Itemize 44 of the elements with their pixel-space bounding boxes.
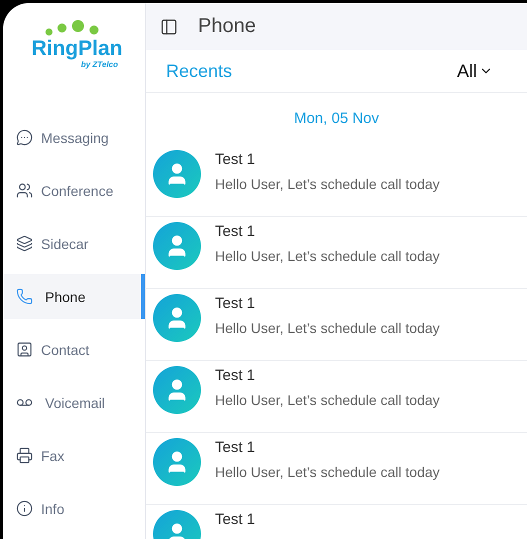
info-icon <box>16 500 33 517</box>
sidebar-item[interactable]: Conference <box>3 168 145 213</box>
sidebar-item[interactable]: Contact <box>3 327 145 372</box>
recent-item[interactable]: Test 1 Hello User, Let’s schedule call today <box>146 145 527 217</box>
avatar-icon <box>153 294 201 342</box>
avatar-icon <box>153 222 201 270</box>
logo-wordmark: RingPlan <box>31 38 122 60</box>
sidebar-item[interactable]: Messaging <box>3 115 145 160</box>
sidebar-item[interactable]: Phone <box>3 274 145 319</box>
contact-name: Test 1 <box>215 223 256 240</box>
recent-item[interactable]: Test 1 Hello User, Let’s schedule call today <box>146 361 527 433</box>
contact-name: Test 1 <box>215 439 256 456</box>
recent-item[interactable]: Test 1 Hello User, Let’s schedule call today <box>146 217 527 289</box>
recent-item[interactable]: Test 1 Hello User, Let’s schedule call today <box>146 433 527 505</box>
contact-name: Test 1 <box>215 511 256 528</box>
filter-dropdown[interactable]: All <box>456 60 493 82</box>
printer-icon <box>16 447 33 464</box>
page-title: Phone <box>198 15 256 38</box>
sidebar-item[interactable]: Fax <box>3 433 145 478</box>
avatar-icon <box>153 150 201 198</box>
recent-item[interactable]: Test 1 <box>146 505 527 539</box>
logo-tagline: by ZTelco <box>80 60 118 69</box>
message-preview: Hello User, Let’s schedule call today <box>215 320 440 336</box>
contact-name: Test 1 <box>215 367 256 384</box>
sidebar-item[interactable]: Info <box>3 486 145 531</box>
avatar-icon <box>153 438 201 486</box>
message-preview: Hello User, Let’s schedule call today <box>215 248 440 264</box>
layers-icon <box>16 235 33 252</box>
avatar-icon <box>153 366 201 414</box>
contact-name: Test 1 <box>215 151 256 168</box>
people-icon <box>16 182 33 199</box>
message-preview: Hello User, Let’s schedule call today <box>215 464 440 480</box>
contact-name: Test 1 <box>215 295 256 312</box>
section-title: Recents <box>166 60 232 82</box>
date-heading: Mon, 05 Nov <box>294 109 380 129</box>
sidebar-item[interactable]: Voicemail <box>3 380 145 425</box>
message-preview: Hello User, Let’s schedule call today <box>215 392 440 408</box>
contact-card-icon <box>16 341 33 358</box>
recent-item[interactable]: Test 1 Hello User, Let’s schedule call today <box>146 289 527 361</box>
phone-icon <box>16 288 33 305</box>
message-preview: Hello User, Let’s schedule call today <box>215 176 440 192</box>
sidebar-toggle-icon[interactable] <box>160 18 178 36</box>
chat-bubble-icon <box>16 129 33 146</box>
sidebar-item[interactable]: Sidecar <box>3 221 145 266</box>
